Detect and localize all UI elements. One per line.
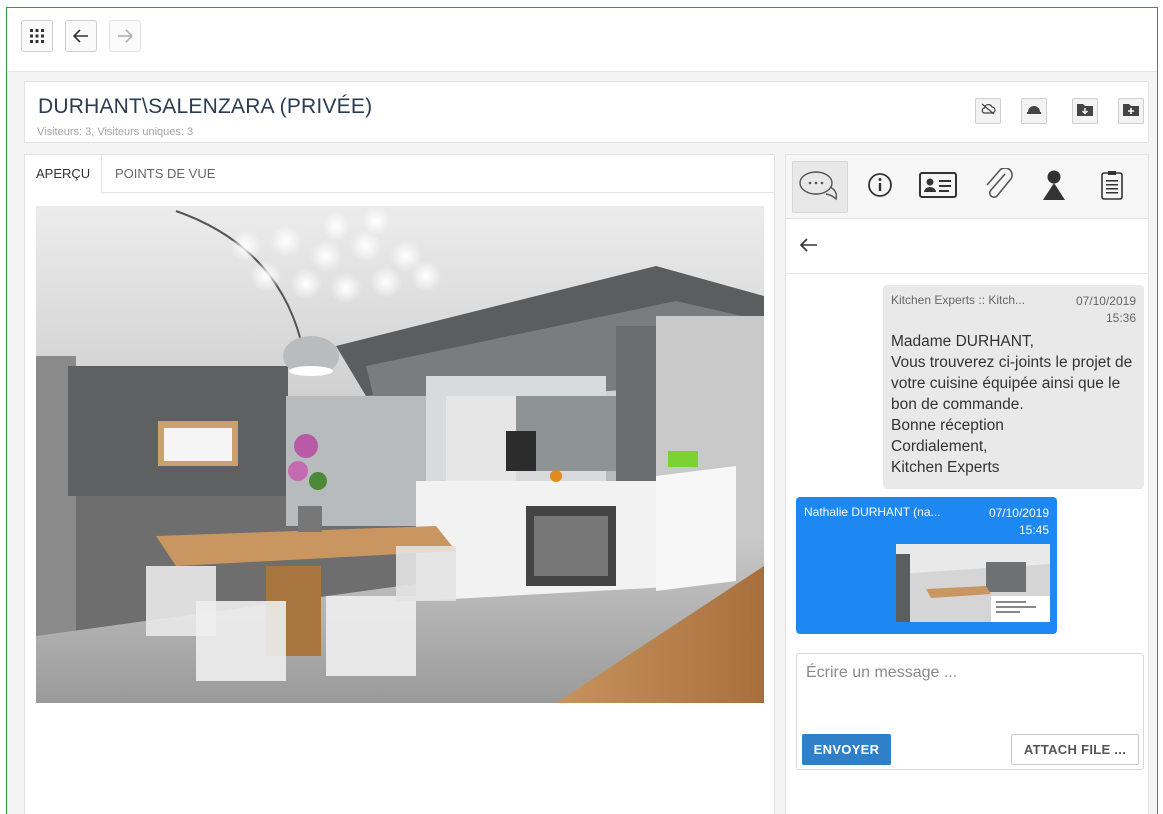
attachment-thumbnail[interactable] (896, 544, 1050, 622)
chat-icon (797, 168, 843, 207)
back-button[interactable] (65, 20, 97, 52)
tab-contact-card[interactable] (910, 161, 966, 213)
tab-attachments[interactable] (970, 161, 1026, 213)
add-folder-button[interactable] (1118, 98, 1144, 124)
tab-notes[interactable] (1084, 161, 1140, 213)
conversation-header (786, 220, 1148, 274)
message-date: 07/10/2019 (988, 506, 1049, 520)
tab-apercu[interactable]: APERÇU (25, 155, 103, 194)
download-folder-button[interactable] (1072, 98, 1098, 124)
app-frame: DURHANT\SALENZARA (PRIVÉE) Visiteurs: 3,… (6, 7, 1158, 814)
side-panel-tabs (786, 155, 1148, 219)
person-icon (1041, 169, 1067, 206)
message-body: Madame DURHANT, Vous trouverez ci-joints… (891, 333, 1133, 476)
tab-points-de-vue[interactable]: POINTS DE VUE (104, 155, 226, 193)
message-date: 07/10/2019 (1075, 294, 1136, 308)
paperclip-icon (983, 166, 1013, 207)
arrow-left-icon (73, 29, 89, 43)
cloud-off-icon (980, 102, 996, 120)
cloud-off-button[interactable] (975, 98, 1001, 124)
hat-button[interactable] (1021, 98, 1047, 124)
kitchen-preview-image[interactable] (36, 206, 764, 703)
back-arrow-icon[interactable] (799, 238, 818, 257)
grid-icon (30, 29, 44, 43)
preview-panel: APERÇU POINTS DE VUE (24, 154, 775, 814)
hat-icon (1026, 102, 1042, 120)
page-title: DURHANT\SALENZARA (PRIVÉE) (38, 95, 373, 118)
message-outgoing: Nathalie DURHANT (na... 07/10/2019 15:45 (796, 497, 1057, 634)
apps-grid-button[interactable] (21, 20, 53, 52)
tab-chat[interactable] (792, 161, 848, 213)
message-input[interactable] (797, 654, 1143, 728)
chat-panel: Kitchen Experts :: Kitch... 07/10/2019 1… (785, 154, 1149, 814)
arrow-right-icon (117, 29, 133, 43)
forward-button[interactable] (109, 20, 141, 52)
send-button[interactable]: ENVOYER (802, 734, 891, 765)
add-folder-icon (1123, 102, 1139, 121)
message-sender: Nathalie DURHANT (na... (804, 505, 941, 519)
tab-info[interactable] (852, 161, 908, 213)
visitor-stats: Visiteurs: 3, Visiteurs uniques: 3 (37, 126, 194, 138)
message-composer: ENVOYER ATTACH FILE ... (796, 653, 1144, 770)
message-timestamp: 07/10/2019 15:45 (989, 505, 1049, 539)
message-incoming: Kitchen Experts :: Kitch... 07/10/2019 1… (883, 285, 1144, 489)
download-folder-icon (1077, 102, 1093, 121)
tab-person[interactable] (1026, 161, 1082, 213)
contact-card-icon (919, 171, 957, 203)
notes-icon (1101, 170, 1123, 205)
info-icon (867, 172, 893, 203)
project-header: DURHANT\SALENZARA (PRIVÉE) Visiteurs: 3,… (24, 81, 1149, 143)
message-time: 15:45 (1018, 523, 1049, 537)
message-time: 15:36 (1105, 311, 1136, 325)
attach-file-button[interactable]: ATTACH FILE ... (1011, 734, 1139, 765)
preview-tabs: APERÇU POINTS DE VUE (25, 155, 774, 194)
message-sender: Kitchen Experts :: Kitch... (891, 293, 1026, 307)
top-toolbar (7, 8, 1157, 72)
message-timestamp: 07/10/2019 15:36 (1076, 293, 1136, 327)
